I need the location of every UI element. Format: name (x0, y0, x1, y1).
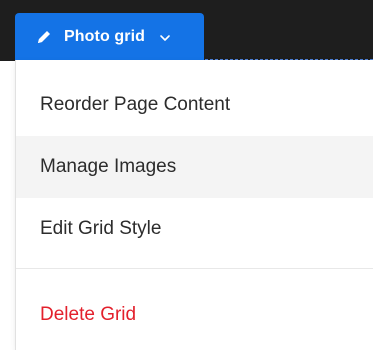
menu-divider (16, 268, 373, 269)
block-options-menu: Reorder Page Content Manage Images Edit … (15, 60, 373, 350)
menu-item-delete-grid[interactable]: Delete Grid (16, 284, 373, 346)
chevron-down-icon (159, 31, 171, 43)
block-selector-button[interactable]: Photo grid (15, 13, 204, 60)
block-selector-label: Photo grid (64, 27, 145, 45)
menu-item-reorder-page-content[interactable]: Reorder Page Content (16, 74, 373, 136)
menu-item-edit-grid-style[interactable]: Edit Grid Style (16, 198, 373, 260)
menu-item-label: Reorder Page Content (40, 94, 231, 115)
menu-item-manage-images[interactable]: Manage Images (16, 136, 373, 198)
menu-item-label: Manage Images (40, 156, 177, 177)
menu-item-label: Edit Grid Style (40, 218, 162, 239)
menu-item-label: Delete Grid (40, 304, 137, 325)
pencil-icon (35, 28, 53, 46)
